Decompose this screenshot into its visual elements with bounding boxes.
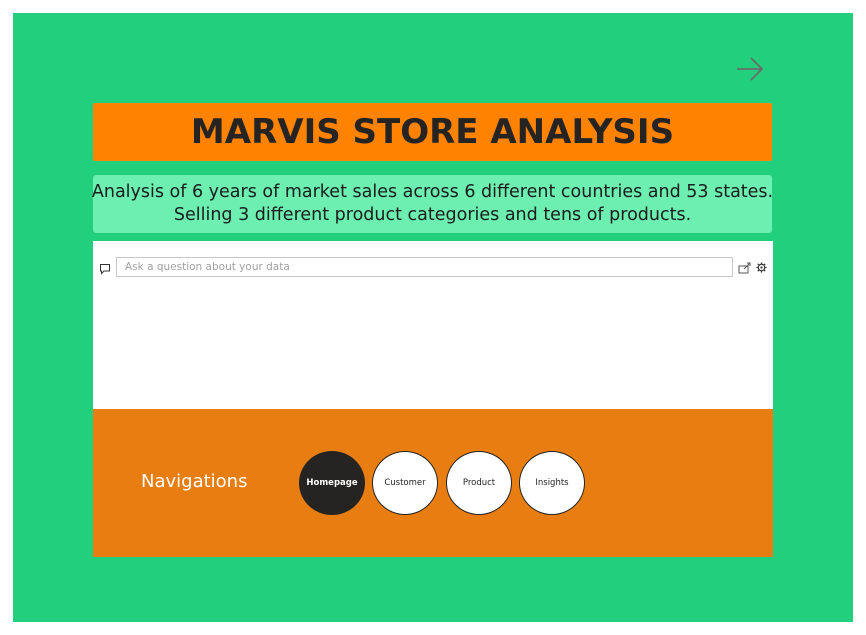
nav-button-product[interactable]: Product [446, 451, 512, 515]
nav-button-insights[interactable]: Insights [519, 451, 585, 515]
nav-button-label: Insights [535, 478, 569, 488]
nav-button-homepage[interactable]: Homepage [299, 451, 365, 515]
speech-bubble-icon [100, 264, 110, 275]
arrow-right-icon[interactable] [735, 56, 765, 82]
description-box: Analysis of 6 years of market sales acro… [91, 175, 774, 233]
navigation-panel: Navigations Homepage Customer Product In… [93, 409, 773, 557]
nav-button-label: Customer [384, 478, 426, 488]
qa-question-input[interactable] [116, 257, 733, 277]
gear-icon[interactable] [756, 262, 767, 273]
description-line-2: Selling 3 different product categories a… [173, 205, 692, 225]
page-title: MARVIS STORE ANALYSIS [190, 112, 675, 152]
title-banner: MARVIS STORE ANALYSIS [93, 103, 772, 161]
share-icon[interactable] [738, 262, 752, 274]
nav-button-label: Homepage [306, 478, 358, 488]
description-line-1: Analysis of 6 years of market sales acro… [91, 182, 774, 202]
navigation-label: Navigations [141, 471, 248, 492]
nav-button-label: Product [462, 478, 496, 488]
nav-button-customer[interactable]: Customer [372, 451, 438, 515]
qa-visual [93, 241, 773, 409]
